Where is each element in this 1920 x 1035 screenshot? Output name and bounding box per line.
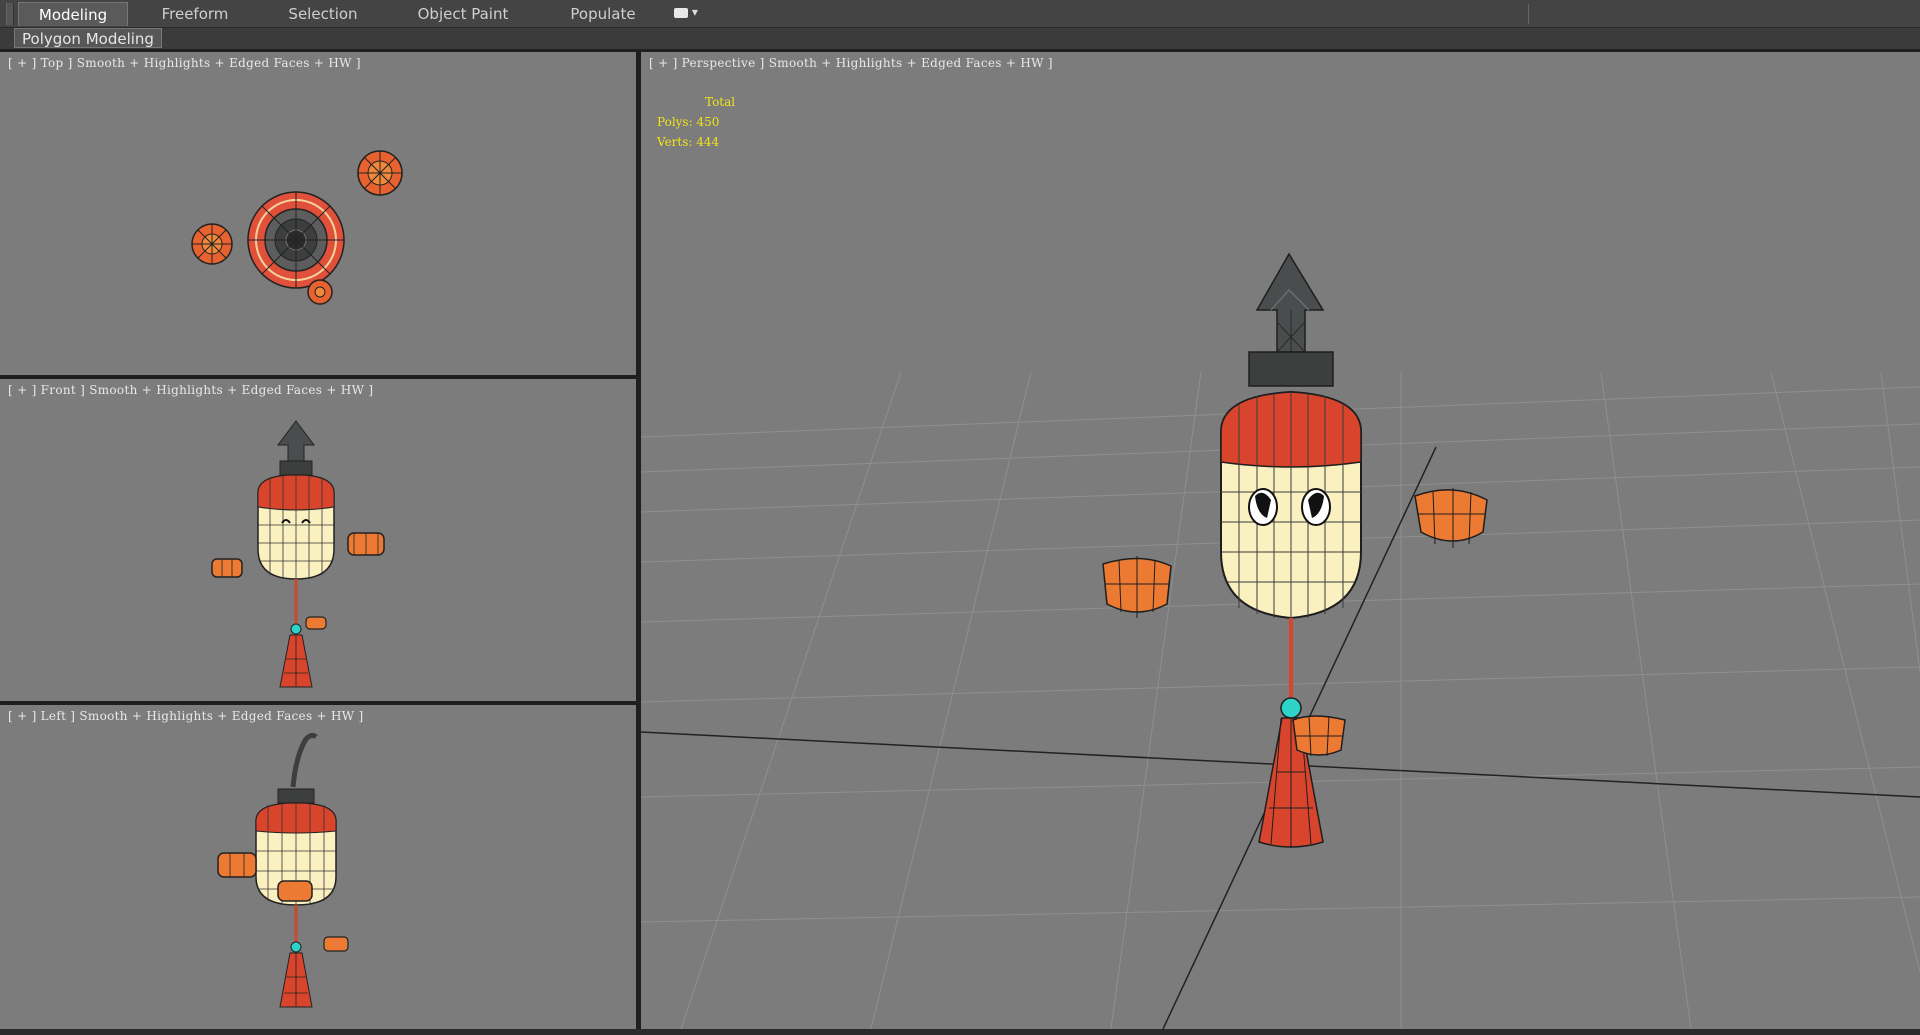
floating-lantern-left-3 <box>323 936 349 952</box>
floating-lantern-top-3 <box>307 279 333 305</box>
lantern-front-view <box>257 420 335 688</box>
ribbon-bar: Modeling Freeform Selection Object Paint… <box>0 0 1920 28</box>
tab-populate[interactable]: Populate <box>548 2 658 26</box>
floating-lantern-top-2 <box>191 223 233 265</box>
viewport-perspective[interactable]: [ + ] Perspective ] Smooth + Highlights … <box>641 52 1920 1029</box>
front-view-scene <box>211 420 385 688</box>
floating-lantern-left-1 <box>217 852 257 878</box>
tab-freeform[interactable]: Freeform <box>140 2 250 26</box>
tab-object-paint[interactable]: Object Paint <box>408 2 518 26</box>
ribbon-grip-handle[interactable] <box>6 3 14 25</box>
ribbon-divider <box>1528 4 1529 24</box>
left-view-scene <box>217 732 349 1008</box>
floating-lantern-front-2 <box>211 558 243 578</box>
floating-lantern-left-2 <box>277 880 313 902</box>
status-strip <box>0 1029 1920 1035</box>
tab-modeling[interactable]: Modeling <box>18 2 128 26</box>
viewport-statistics: Total Polys: 450 Verts: 444 <box>657 92 735 152</box>
lantern-gem <box>1280 697 1302 719</box>
lantern-top-view <box>247 191 345 289</box>
floating-lantern-top-1 <box>357 150 403 196</box>
top-view-scene <box>191 150 403 305</box>
tab-selection[interactable]: Selection <box>268 2 378 26</box>
ribbon-panel-bar: Polygon Modeling <box>0 28 1920 50</box>
floating-lantern-persp-3 <box>1292 715 1346 757</box>
stats-heading: Total <box>705 95 736 109</box>
ribbon-options-icon <box>674 8 688 18</box>
floating-lantern-front-3 <box>305 616 327 630</box>
perspective-scene <box>641 252 1920 1029</box>
polygon-modeling-panel-button[interactable]: Polygon Modeling <box>14 28 162 48</box>
floating-lantern-persp-2 <box>1102 556 1172 618</box>
viewport-top[interactable]: [ + ] Top ] Smooth + Highlights + Edged … <box>0 52 636 375</box>
stats-verts: Verts: 444 <box>657 135 720 149</box>
chevron-down-icon: ▾ <box>691 5 698 19</box>
ribbon-options-dropdown[interactable]: ▾ <box>674 5 704 23</box>
floating-lantern-front-1 <box>347 532 385 556</box>
viewport-perspective-label[interactable]: [ + ] Perspective ] Smooth + Highlights … <box>649 56 1053 70</box>
stats-polys: Polys: 450 <box>657 115 720 129</box>
lantern-left-view <box>255 732 337 1008</box>
lantern-perspective <box>1220 252 1362 848</box>
viewport-left[interactable]: [ + ] Left ] Smooth + Highlights + Edged… <box>0 705 636 1029</box>
viewport-front[interactable]: [ + ] Front ] Smooth + Highlights + Edge… <box>0 379 636 701</box>
floating-lantern-persp-1 <box>1414 488 1488 548</box>
